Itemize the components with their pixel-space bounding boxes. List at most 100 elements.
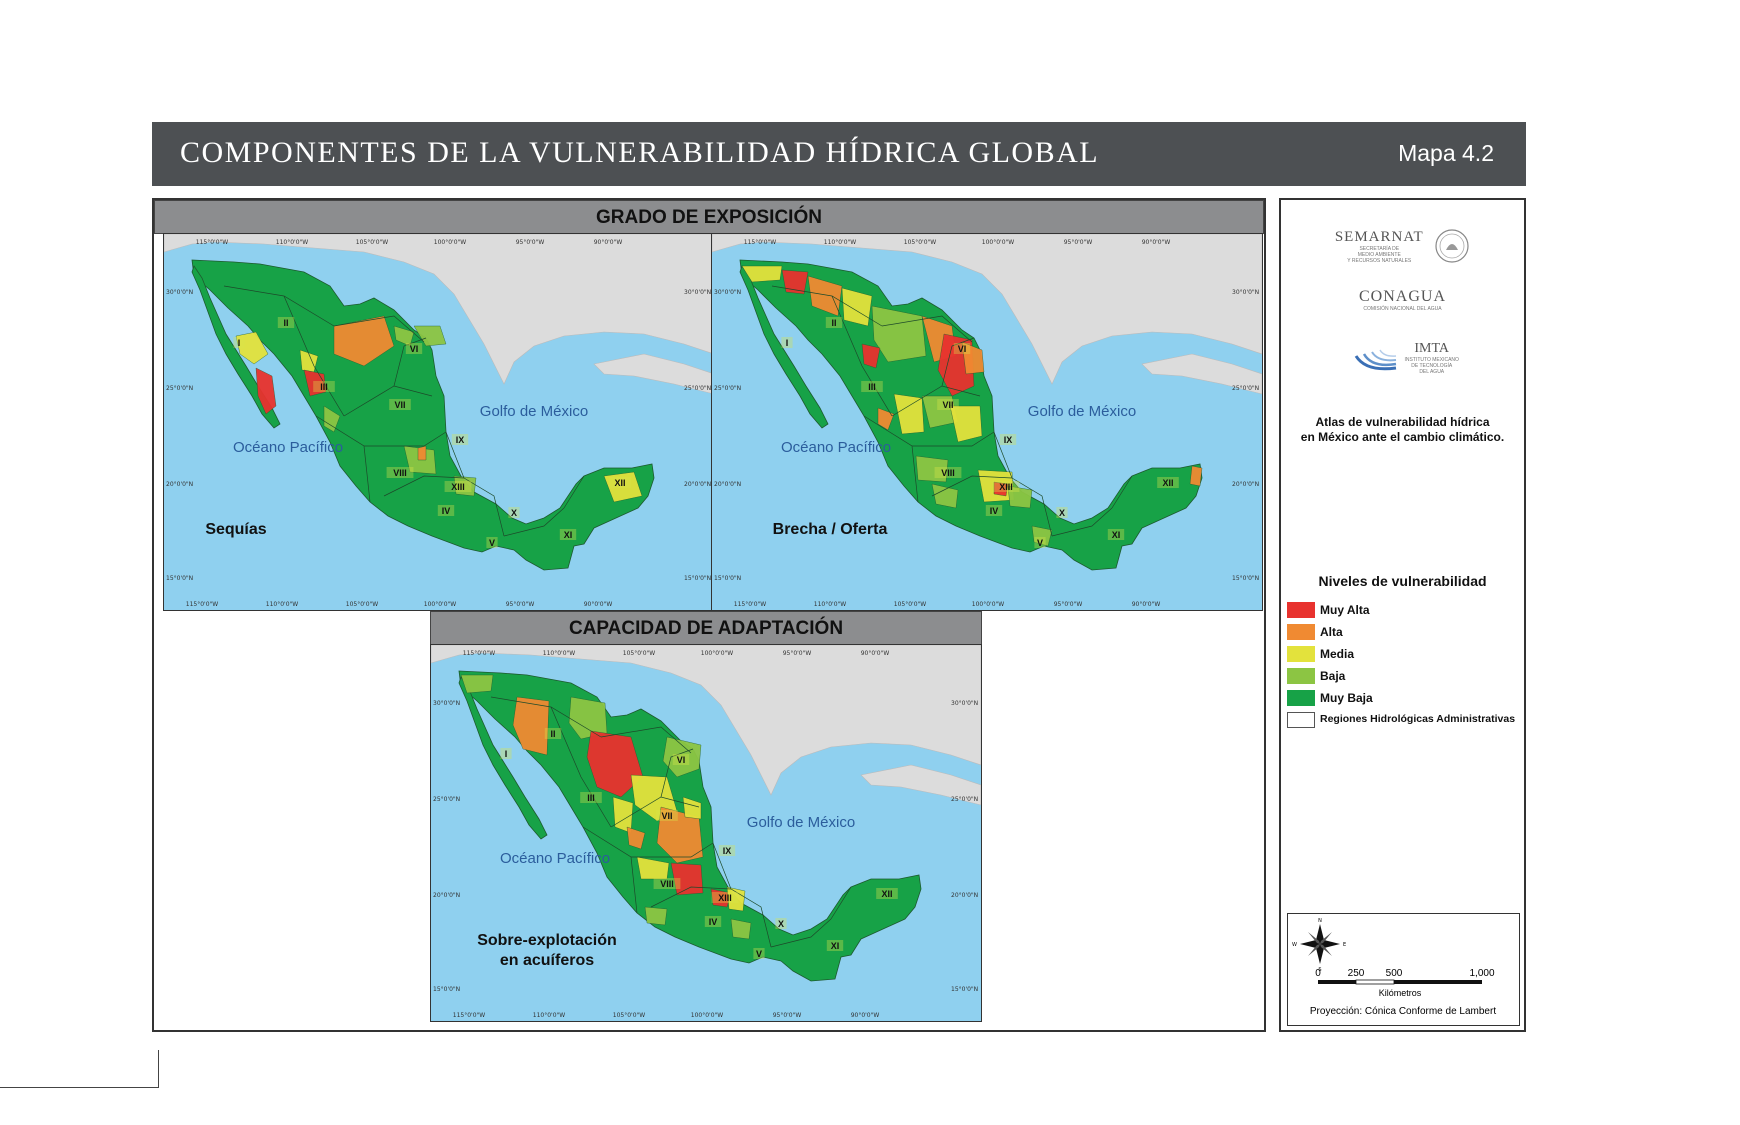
region-label-vi: VI <box>958 344 967 354</box>
region-label-xii: XII <box>614 478 625 488</box>
region-label-xiii: XIII <box>718 893 732 903</box>
coord-left: 20°0'0"N <box>714 481 741 488</box>
coord-left: 15°0'0"N <box>714 575 741 582</box>
gulf-label: Golfo de México <box>747 814 855 831</box>
region-label-ix: IX <box>1004 435 1013 445</box>
coord-right: 20°0'0"N <box>951 892 978 899</box>
pacific-label: Océano Pacífico <box>781 439 891 456</box>
region-label-viii: VIII <box>393 468 407 478</box>
coord-right: 30°0'0"N <box>951 700 978 707</box>
atlas-description: Atlas de vulnerabilidad hídrica en Méxic… <box>1289 415 1516 445</box>
coord-top: 90°0'0"W <box>594 239 623 246</box>
exposure-header: GRADO DE EXPOSICIÓN <box>154 200 1264 234</box>
imta-sub-3: DEL AGUA <box>1419 369 1445 375</box>
map-sobreexplotacion-svg: IIIIIIIVVVIVIIVIIIIXXXIXIIXIIIGolfo de M… <box>431 645 981 1019</box>
map-caption-1: en acuíferos <box>500 952 594 969</box>
page-corner-mark-v <box>158 1050 159 1088</box>
coord-top: 105°0'0"W <box>623 650 655 657</box>
legend-swatch-baja <box>1287 668 1315 684</box>
page-corner-mark-h <box>0 1087 159 1088</box>
imta-wordmark: IMTA <box>1414 341 1450 356</box>
legend-title: Niveles de vulnerabilidad <box>1318 573 1487 589</box>
map-number: Mapa 4.2 <box>1398 140 1494 166</box>
coord-left: 25°0'0"N <box>166 385 193 392</box>
legend-swatch-muy-baja <box>1287 690 1315 706</box>
coord-top: 100°0'0"W <box>434 239 466 246</box>
map-sobreexplotacion: I II III IV V VI VII VIII IX X XI XII XIII Golfo de M… <box>430 644 982 1022</box>
legend-label-media: Media <box>1320 647 1355 661</box>
coord-right: 25°0'0"N <box>684 385 711 392</box>
coord-top: 95°0'0"W <box>516 239 545 246</box>
region-label-v: V <box>1037 538 1043 548</box>
coord-left: 30°0'0"N <box>433 700 460 707</box>
coord-top: 95°0'0"W <box>783 650 812 657</box>
coord-bottom: 90°0'0"W <box>851 1012 880 1019</box>
maps-frame: GRADO DE EXPOSICIÓN I II III IV V VI VII VIII IX… <box>152 198 1266 1032</box>
coord-right: 30°0'0"N <box>684 289 711 296</box>
imta-logo: IMTA INSTITUTO MEXICANO DE TECNOLOGÍA DE… <box>1281 338 1524 378</box>
legend-swatch-muy-alta <box>1287 602 1315 618</box>
coord-right: 15°0'0"N <box>951 986 978 993</box>
coord-top: 110°0'0"W <box>824 239 856 246</box>
scale-tick-0: 0 <box>1315 968 1321 979</box>
compass-n: N <box>1318 918 1322 924</box>
atlas-line-1: Atlas de vulnerabilidad hídrica <box>1315 415 1490 429</box>
map-caption-0: Sobre-explotación <box>477 932 617 949</box>
region-label-xiii: XIII <box>999 482 1013 492</box>
coord-bottom: 90°0'0"W <box>1132 601 1161 608</box>
coord-bottom: 95°0'0"W <box>1054 601 1083 608</box>
region-label-iv: IV <box>709 917 718 927</box>
legend-label-muy-alta: Muy Alta <box>1320 603 1370 617</box>
legend-swatch-alta <box>1287 624 1315 640</box>
imta-waves-icon <box>1354 349 1397 371</box>
coord-top: 100°0'0"W <box>982 239 1014 246</box>
coord-top: 105°0'0"W <box>356 239 388 246</box>
scale-bar: 0 250 500 1,000 Kilómetros Proyección: C… <box>1310 968 1496 1017</box>
region-label-x: X <box>778 919 784 929</box>
region-label-vii: VII <box>661 811 672 821</box>
map-sequias-svg: IIIIIIIVVVIVIIVIIIIXXXIXIIXIIIGolfo de M… <box>164 234 714 608</box>
coord-bottom: 100°0'0"W <box>691 1012 723 1019</box>
coord-bottom: 100°0'0"W <box>424 601 456 608</box>
region-label-vi: VI <box>677 755 686 765</box>
vulnerability-patch <box>644 906 668 926</box>
region-label-xi: XI <box>831 941 840 951</box>
region-label-xii: XII <box>1162 478 1173 488</box>
conagua-sub: COMISIÓN NACIONAL DEL AGUA <box>1363 306 1442 312</box>
coord-bottom: 105°0'0"W <box>894 601 926 608</box>
legend-label-muy-baja: Muy Baja <box>1320 691 1373 705</box>
semarnat-wordmark: SEMARNAT <box>1334 228 1424 245</box>
sidebar: SEMARNAT SECRETARÍA DE MEDIO AMBIENTE Y … <box>1279 198 1526 1032</box>
region-label-iv: IV <box>990 506 999 516</box>
coord-left: 30°0'0"N <box>714 289 741 296</box>
region-label-iii: III <box>868 382 876 392</box>
region-label-x: X <box>511 508 517 518</box>
coord-top: 110°0'0"W <box>543 650 575 657</box>
coord-left: 15°0'0"N <box>433 986 460 993</box>
page-title: COMPONENTES DE LA VULNERABILIDAD HÍDRICA… <box>180 136 1100 169</box>
legend-label-alta: Alta <box>1320 625 1343 639</box>
region-label-i: I <box>786 338 789 348</box>
region-label-ii: II <box>550 729 555 739</box>
region-label-v: V <box>489 538 495 548</box>
region-label-vii: VII <box>394 400 405 410</box>
coord-right: 20°0'0"N <box>684 481 711 488</box>
coord-bottom: 100°0'0"W <box>972 601 1004 608</box>
region-label-x: X <box>1059 508 1065 518</box>
coord-right: 15°0'0"N <box>684 575 711 582</box>
legend-label-regiones: Regiones Hidrológicas Administrativas <box>1320 713 1516 725</box>
pacific-label: Océano Pacífico <box>500 850 610 867</box>
region-label-vii: VII <box>942 400 953 410</box>
projection-label: Proyección: Cónica Conforme de Lambert <box>1310 1006 1496 1017</box>
coord-bottom: 105°0'0"W <box>346 601 378 608</box>
conagua-logo: CONAGUA COMISIÓN NACIONAL DEL AGUA <box>1281 288 1524 312</box>
scale-unit: Kilómetros <box>1379 988 1422 998</box>
region-label-i: I <box>505 749 508 759</box>
pacific-label: Océano Pacífico <box>233 439 343 456</box>
legend-swatch-media <box>1287 646 1315 662</box>
atlas-line-2: en México ante el cambio climático. <box>1300 430 1505 444</box>
coord-bottom: 95°0'0"W <box>773 1012 802 1019</box>
vulnerability-patch <box>417 445 427 461</box>
mexico-seal-icon <box>1435 229 1469 263</box>
conagua-wordmark: CONAGUA <box>1359 288 1446 305</box>
